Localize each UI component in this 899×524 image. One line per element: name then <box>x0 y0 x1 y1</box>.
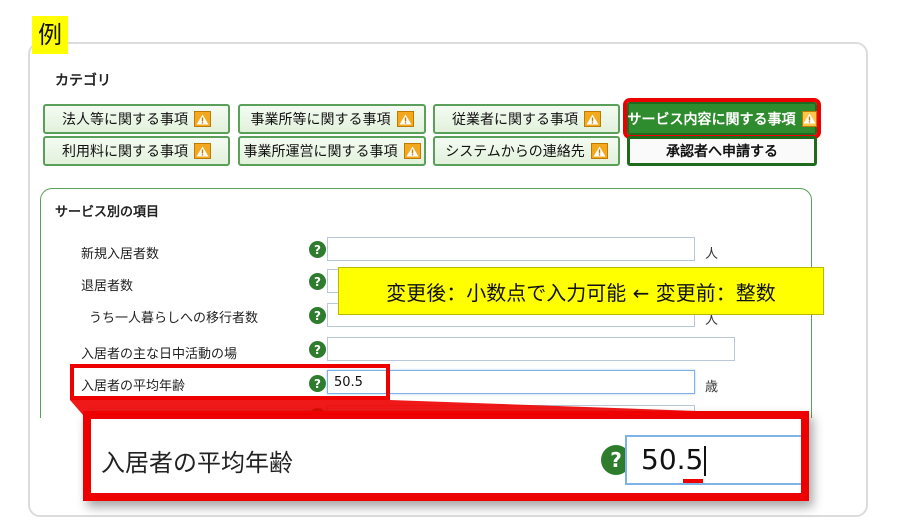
warning-icon <box>396 111 414 127</box>
category-tab-corporation[interactable]: 法人等に関する事項 <box>43 104 230 134</box>
row-label: うち一人暮らしへの移行者数 <box>89 311 259 326</box>
section-title: サービス別の項目 <box>55 205 160 220</box>
category-tab-office[interactable]: 事業所等に関する事項 <box>238 104 426 134</box>
warning-icon <box>584 111 601 127</box>
row-label: 新規入居者数 <box>81 247 160 262</box>
warning-icon <box>403 143 421 159</box>
category-tab-label: サービス内容に関する事項 <box>627 111 796 128</box>
category-tab-operations[interactable]: 事業所運営に関する事項 <box>238 136 426 166</box>
category-tab-label: 事業所運営に関する事項 <box>243 144 398 160</box>
help-icon[interactable]: ? <box>309 241 326 258</box>
category-tab-label: 従業者に関する事項 <box>452 112 578 128</box>
warning-icon <box>590 143 608 159</box>
row-label: 退居者数 <box>81 279 134 294</box>
category-tab-fees[interactable]: 利用料に関する事項 <box>43 136 230 166</box>
row-label: 入居者の主な日中活動の場 <box>81 347 238 362</box>
category-tab-label: 利用料に関する事項 <box>62 144 188 160</box>
unit-label: 人 <box>705 247 719 262</box>
help-icon[interactable]: ? <box>309 307 326 324</box>
zoom-average-age-input: 50.5 <box>625 435 801 485</box>
help-icon[interactable]: ? <box>309 341 326 358</box>
average-age-highlight <box>70 364 390 400</box>
warning-icon <box>194 143 211 159</box>
unit-label: 歳 <box>705 380 719 395</box>
help-icon[interactable]: ? <box>309 273 326 290</box>
category-tab-system-contact[interactable]: システムからの連絡先 <box>433 136 620 166</box>
category-title: カテゴリ <box>55 73 111 89</box>
warning-icon <box>801 110 817 127</box>
submit-to-approver-button[interactable]: 承認者へ申請する <box>627 136 817 166</box>
category-tab-label: システムからの連絡先 <box>445 144 585 160</box>
example-tag: 例 <box>32 16 68 54</box>
zoom-value: 50.5 <box>641 443 704 476</box>
category-tab-label: 法人等に関する事項 <box>62 112 188 128</box>
warning-icon <box>194 111 211 127</box>
category-tab-staff[interactable]: 従業者に関する事項 <box>433 104 620 134</box>
submit-button-label: 承認者へ申請する <box>666 144 778 160</box>
new-residents-input[interactable] <box>327 237 695 261</box>
zoom-label: 入居者の平均年齢 <box>101 449 293 477</box>
change-note-callout: 変更後：小数点で入力可能 ← 変更前：整数 <box>338 267 824 315</box>
category-tab-label: 事業所等に関する事項 <box>250 112 391 128</box>
category-tab-service-content[interactable]: サービス内容に関する事項 <box>623 98 821 139</box>
zoomed-average-age-field: 入居者の平均年齢 ? 50.5 <box>83 411 809 501</box>
decimal-underline <box>683 479 703 483</box>
text-caret <box>704 446 707 476</box>
daytime-activity-input[interactable] <box>327 337 735 361</box>
